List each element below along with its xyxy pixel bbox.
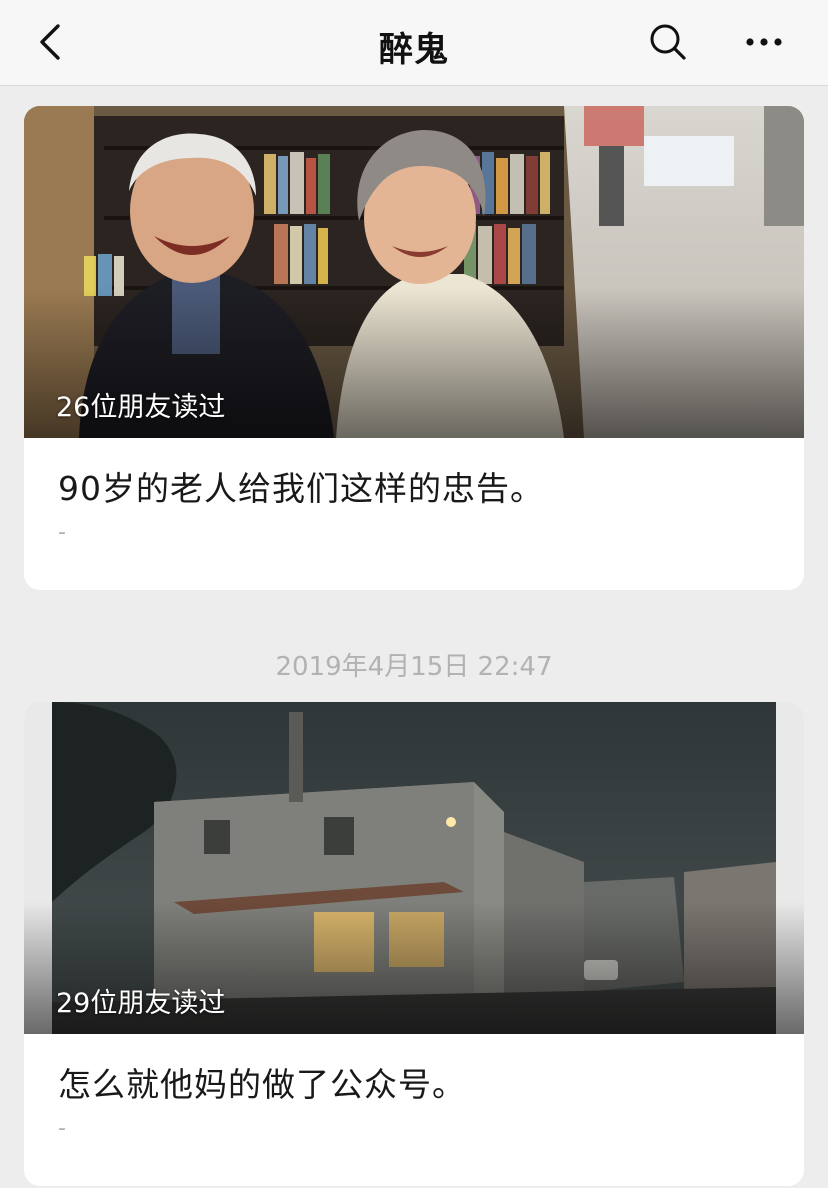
readers-count: 29位朋友读过 [56, 988, 226, 1019]
search-icon [650, 24, 686, 60]
article-title[interactable]: 怎么就他妈的做了公众号。 [58, 1058, 466, 1106]
article-cover-image: 29位朋友读过 [24, 702, 804, 1034]
page-title: 醉鬼 [379, 30, 449, 70]
article-digest: - [58, 520, 66, 545]
article-digest: - [58, 1116, 66, 1141]
more-button[interactable] [740, 20, 788, 64]
message-timestamp: 2019年4月15日 22:47 [275, 652, 553, 682]
readers-count: 26位朋友读过 [56, 392, 226, 423]
article-title[interactable]: 90岁的老人给我们这样的忠告。 [58, 462, 544, 510]
top-navigation-bar: 醉鬼 [0, 0, 828, 86]
article-card[interactable]: 26位朋友读过 90岁的老人给我们这样的忠告。 - [24, 106, 804, 590]
article-card[interactable]: 29位朋友读过 怎么就他妈的做了公众号。 - [24, 702, 804, 1186]
article-cover-image: 26位朋友读过 [24, 106, 804, 438]
more-horizontal-icon [746, 38, 782, 46]
search-button[interactable] [646, 20, 690, 64]
